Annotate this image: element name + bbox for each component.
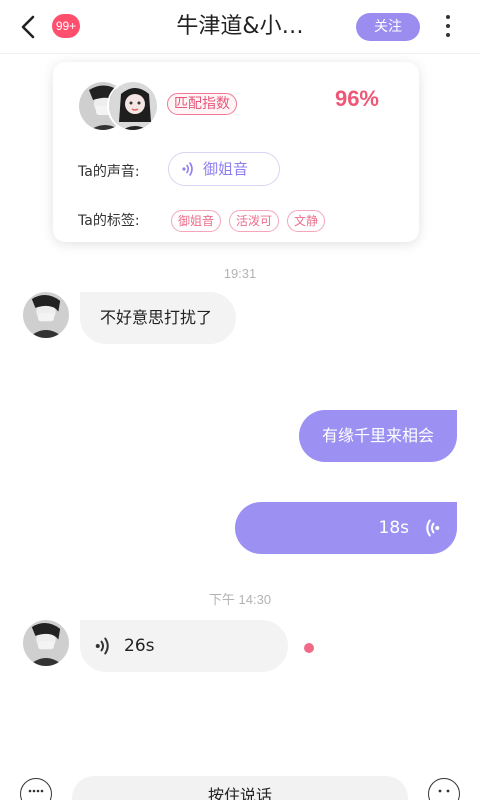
input-bar: 按住说话 bbox=[0, 760, 480, 800]
keyboard-toggle-icon[interactable] bbox=[20, 778, 52, 800]
voice-duration: 18s bbox=[378, 518, 410, 538]
sound-wave-icon bbox=[182, 162, 193, 176]
sound-wave-icon bbox=[426, 519, 440, 537]
unread-dot bbox=[304, 643, 314, 653]
follow-button[interactable]: 关注 bbox=[356, 13, 420, 41]
voice-row-label: Ta的声音: bbox=[78, 164, 140, 180]
voice-duration: 26s bbox=[124, 636, 155, 656]
chat-title: 牛津道&小… bbox=[176, 14, 304, 39]
timestamp: 下午 14:30 bbox=[208, 592, 272, 607]
sound-wave-icon bbox=[95, 637, 109, 655]
unread-badge: 99+ bbox=[52, 14, 80, 38]
user-avatar[interactable] bbox=[23, 620, 69, 666]
emoji-icon[interactable] bbox=[428, 778, 460, 800]
incoming-text-message[interactable]: 不好意思打扰了 bbox=[80, 292, 236, 344]
outgoing-voice-message[interactable]: 18s bbox=[235, 502, 457, 554]
back-arrow-icon[interactable] bbox=[14, 12, 44, 42]
incoming-voice-message[interactable]: 26s bbox=[80, 620, 288, 672]
tag-chip: 活泼可 bbox=[229, 210, 280, 232]
hold-to-talk-button[interactable]: 按住说话 bbox=[72, 776, 408, 800]
more-options-icon[interactable] bbox=[438, 12, 458, 42]
partner-avatar[interactable] bbox=[107, 80, 159, 132]
chat-header: 99+ 牛津道&小… 关注 bbox=[0, 0, 480, 54]
voice-type-text: 御姐音 bbox=[203, 160, 249, 178]
voice-type-pill[interactable]: 御姐音 bbox=[168, 152, 280, 186]
tag-chip: 御姐音 bbox=[171, 210, 222, 232]
match-index-label: 匹配指数 bbox=[167, 93, 237, 115]
match-profile-card: 匹配指数 96% Ta的声音: 御姐音 Ta的标签: 御姐音 活泼可 文静 bbox=[53, 62, 419, 242]
user-avatar[interactable] bbox=[23, 292, 69, 338]
match-index-value: 96% bbox=[334, 86, 379, 111]
timestamp: 19:31 bbox=[223, 266, 257, 281]
outgoing-text-message[interactable]: 有缘千里来相会 bbox=[299, 410, 457, 462]
tag-chip: 文静 bbox=[287, 210, 326, 232]
tags-row-label: Ta的标签: bbox=[78, 213, 140, 229]
